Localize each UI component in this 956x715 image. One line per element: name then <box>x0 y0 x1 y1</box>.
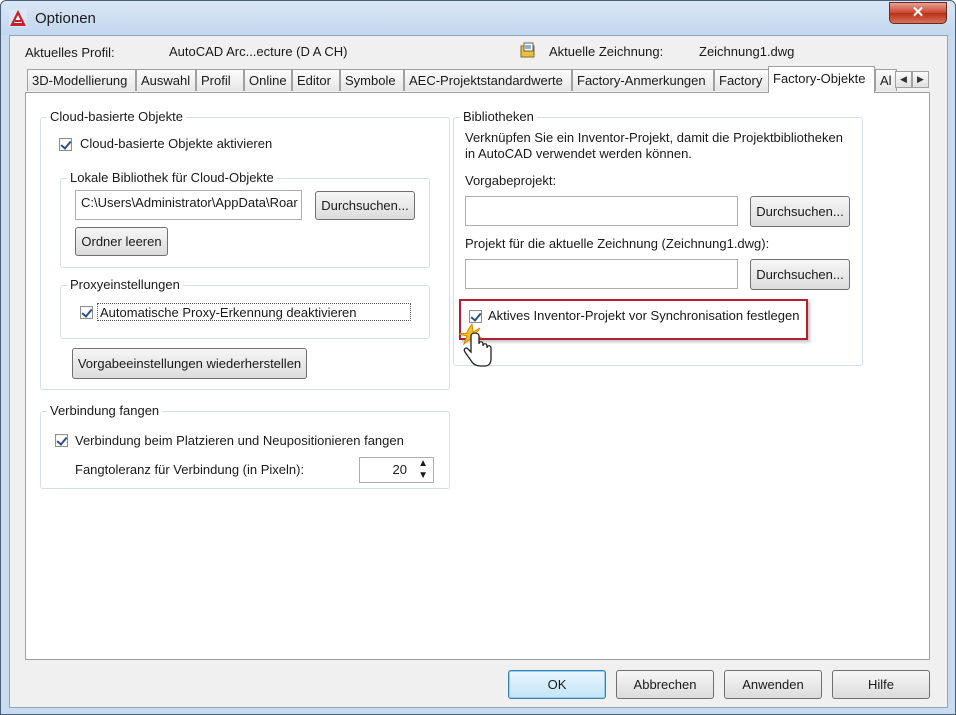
snap-connection-checkbox[interactable] <box>55 434 68 447</box>
autocad-app-icon <box>9 9 27 27</box>
tab-symbole[interactable]: Symbole <box>340 69 404 91</box>
current-project-label: Projekt für die aktuelle Zeichnung (Zeic… <box>465 236 770 251</box>
drawing-value: Zeichnung1.dwg <box>699 44 795 59</box>
cloud-enable-checkbox[interactable] <box>59 138 72 151</box>
window-title: Optionen <box>35 10 96 27</box>
libraries-group-title: Bibliotheken <box>460 109 537 124</box>
restore-defaults-button[interactable]: Vorgabeeinstellungen wiederherstellen <box>72 348 307 379</box>
tab-factory-objekte[interactable]: Factory-Objekte <box>768 66 875 93</box>
tab-scroll-left-icon[interactable]: ◀ <box>895 71 912 88</box>
tab-more[interactable]: Al <box>875 69 897 91</box>
tab-editor[interactable]: Editor <box>292 69 340 91</box>
proxy-auto-detect-label[interactable]: Automatische Proxy-Erkennung deaktiviere… <box>100 305 357 320</box>
apply-button[interactable]: Anwenden <box>724 670 822 699</box>
proxy-auto-detect-checkbox[interactable] <box>80 306 93 319</box>
snap-tolerance-label: Fangtoleranz für Verbindung (in Pixeln): <box>75 462 305 477</box>
hand-cursor-icon <box>458 322 492 367</box>
local-library-path-input[interactable]: C:\Users\Administrator\AppData\Roar <box>75 190 302 220</box>
profile-value: AutoCAD Arc...ecture (D A CH) <box>169 44 348 59</box>
local-library-browse-button[interactable]: Durchsuchen... <box>315 191 415 220</box>
active-inventor-project-label[interactable]: Aktives Inventor-Projekt vor Synchronisa… <box>488 308 799 323</box>
proxy-settings-group-title: Proxyeinstellungen <box>67 277 183 292</box>
title-bar[interactable]: Optionen ✕ <box>1 1 955 35</box>
current-project-browse-button[interactable]: Durchsuchen... <box>750 259 850 290</box>
local-library-group-title: Lokale Bibliothek für Cloud-Objekte <box>67 170 277 185</box>
libraries-description-line2: in AutoCAD verwendet werden können. <box>465 146 692 161</box>
tab-online[interactable]: Online <box>244 69 292 91</box>
stepper-down-icon[interactable]: ▼ <box>418 470 428 481</box>
tab-aec-projektstandardwerte[interactable]: AEC-Projektstandardwerte <box>404 69 572 91</box>
cancel-button[interactable]: Abbrechen <box>616 670 714 699</box>
default-project-browse-button[interactable]: Durchsuchen... <box>750 196 850 227</box>
cloud-enable-label[interactable]: Cloud-basierte Objekte aktivieren <box>80 136 272 151</box>
tab-profil[interactable]: Profil <box>196 69 244 91</box>
snap-tolerance-value[interactable]: 20 <box>393 462 407 477</box>
tab-scroll-right-icon[interactable]: ▶ <box>912 71 929 88</box>
tab-factory-anmerkungen[interactable]: Factory-Anmerkungen <box>572 69 714 91</box>
close-button[interactable]: ✕ <box>889 2 947 24</box>
profile-label: Aktuelles Profil: <box>25 45 115 60</box>
libraries-description-line1: Verknüpfen Sie ein Inventor-Projekt, dam… <box>465 130 843 145</box>
stepper-up-icon[interactable]: ▲ <box>418 458 428 469</box>
tab-3d-modellierung[interactable]: 3D-Modellierung <box>27 69 136 91</box>
drawing-label: Aktuelle Zeichnung: <box>549 44 664 59</box>
help-button[interactable]: Hilfe <box>832 670 930 699</box>
clear-folder-button[interactable]: Ordner leeren <box>75 227 168 256</box>
tab-factory[interactable]: Factory <box>714 69 769 91</box>
default-project-input[interactable] <box>465 196 738 226</box>
drawing-icon <box>520 42 535 58</box>
cloud-objects-group-title: Cloud-basierte Objekte <box>47 109 186 124</box>
default-project-label: Vorgabeprojekt: <box>465 173 557 188</box>
current-project-input[interactable] <box>465 259 738 289</box>
ok-button[interactable]: OK <box>508 670 606 699</box>
tab-auswahl[interactable]: Auswahl <box>136 69 196 91</box>
snap-connection-group-title: Verbindung fangen <box>47 403 163 418</box>
snap-tolerance-stepper[interactable]: 20 ▲ ▼ <box>359 457 434 483</box>
snap-connection-label[interactable]: Verbindung beim Platzieren und Neupositi… <box>75 433 404 448</box>
